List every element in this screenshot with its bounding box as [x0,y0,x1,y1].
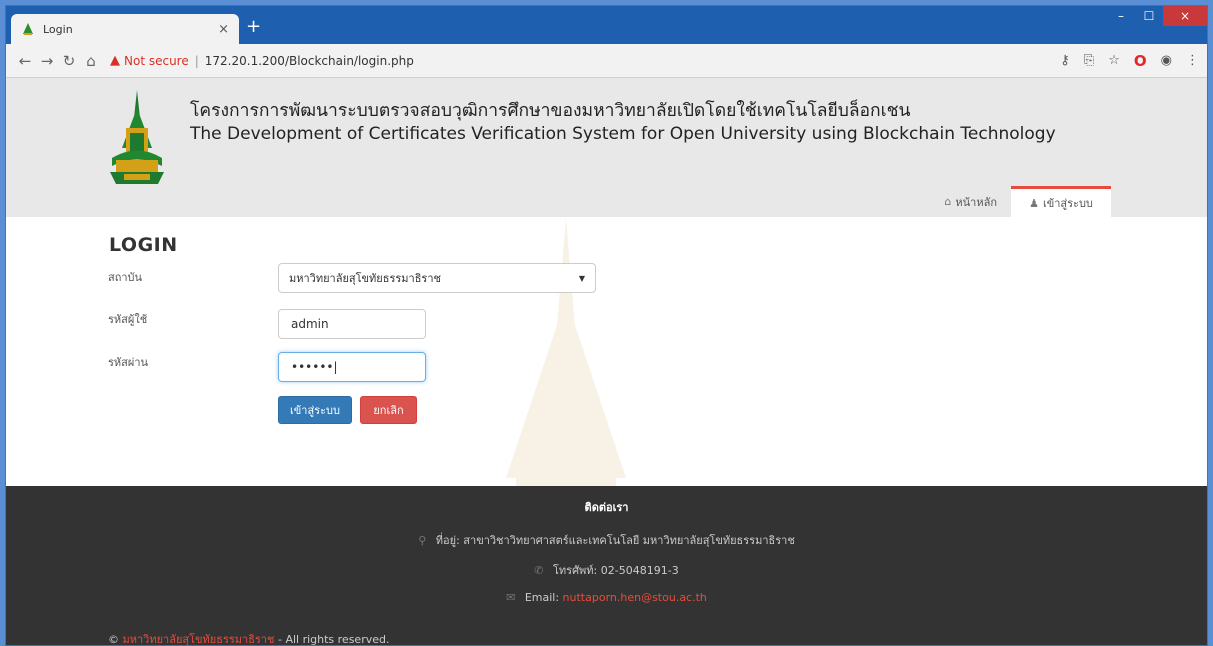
home-icon: ⌂ [944,195,952,208]
opera-icon[interactable]: O [1134,52,1147,70]
site-footer: ติดต่อเรา ⚲ ที่อยู่: สาขาวิชาวิทยาศาสตร์… [6,486,1207,646]
nav-item-label: หน้าหลัก [955,195,997,209]
browser-window: Login × + – ☐ × ← → ↻ ⌂ ▲ Not secure | 1… [5,5,1208,646]
copyright: © มหาวิทยาลัยสุโขทัยธรรมาธิราช - All rig… [108,630,390,646]
institution-selected-value: มหาวิทยาลัยสุโขทัยธรรมาธิราช [289,272,441,285]
institution-select[interactable]: มหาวิทยาลัยสุโขทัยธรรมาธิราช ▼ [278,263,596,293]
not-secure-label[interactable]: Not secure [124,54,189,68]
copyright-org-link[interactable]: มหาวิทยาลัยสุโขทัยธรรมาธิราช [123,633,275,645]
site-favicon-icon [23,23,33,35]
menu-icon[interactable]: ⋮ [1186,53,1199,68]
tab-title: Login [43,22,73,36]
close-window-button[interactable]: × [1163,6,1207,26]
footer-address: ⚲ ที่อยู่: สาขาวิชาวิทยาศาสตร์และเทคโนโล… [6,531,1207,549]
footer-title: ติดต่อเรา [584,501,629,514]
nav-item-login[interactable]: ♟ เข้าสู่ระบบ [1011,186,1111,217]
browser-tab[interactable]: Login × [11,14,239,44]
site-header: โครงการการพัฒนาระบบตรวจสอบวุฒิการศึกษาขอ… [6,78,1207,217]
copyright-symbol: © [108,633,119,646]
username-input[interactable]: admin [278,309,426,339]
minimize-button[interactable]: – [1107,6,1135,26]
main-nav: ⌂ หน้าหลัก ♟ เข้าสู่ระบบ [930,186,1111,217]
title-bar: Login × + – ☐ × [6,6,1207,44]
institution-label: สถาบัน [108,271,143,284]
cancel-button[interactable]: ยกเลิก [360,396,417,424]
address-bar[interactable]: 172.20.1.200/Blockchain/login.php [205,54,414,68]
url-separator: | [194,53,199,68]
nav-item-home[interactable]: ⌂ หน้าหลัก [930,186,1011,217]
toolbar-actions: ⚷ ⎘ ☆ O ◉ ⋮ [1060,52,1199,70]
phone-value: 02-5048191-3 [600,564,679,577]
key-icon[interactable]: ⚷ [1060,53,1070,68]
new-tab-button[interactable]: + [246,18,261,36]
site-title-thai: โครงการการพัฒนาระบบตรวจสอบวุฒิการศึกษาขอ… [190,101,911,121]
password-input[interactable]: ••••••| [278,352,426,382]
warning-icon[interactable]: ▲ [110,53,120,68]
window-controls: – ☐ × [1107,6,1207,26]
email-label: Email: [524,591,560,604]
nav-item-label: เข้าสู่ระบบ [1042,197,1093,210]
chevron-down-icon: ▼ [578,273,585,283]
address-toolbar: ← → ↻ ⌂ ▲ Not secure | 172.20.1.200/Bloc… [6,44,1207,78]
copyright-text: - All rights reserved. [274,633,390,646]
username-label: รหัสผู้ใช้ [108,313,148,326]
maximize-button[interactable]: ☐ [1135,6,1163,26]
password-label: รหัสผ่าน [108,356,149,369]
phone-label: โทรศัพท์: [553,564,598,577]
bookmark-star-icon[interactable]: ☆ [1108,53,1120,68]
profile-icon[interactable]: ◉ [1161,53,1172,68]
site-title-english: The Development of Certificates Verifica… [190,124,1056,144]
reload-icon[interactable]: ↻ [58,52,80,70]
forward-icon[interactable]: → [36,52,58,70]
tab-close-icon[interactable]: × [218,22,229,37]
address-value: สาขาวิชาวิทยาศาสตร์และเทคโนโลยี มหาวิทยา… [463,534,795,547]
login-button[interactable]: เข้าสู่ระบบ [278,396,352,424]
home-icon[interactable]: ⌂ [80,52,102,70]
back-icon[interactable]: ← [14,52,36,70]
university-logo [110,90,164,184]
web-page: โครงการการพัฒนาระบบตรวจสอบวุฒิการศึกษาขอ… [6,78,1207,646]
address-label: ที่อยู่: [435,534,460,547]
phone-icon: ✆ [534,564,544,577]
footer-phone: ✆ โทรศัพท์: 02-5048191-3 [6,561,1207,579]
envelope-icon: ✉ [506,591,516,604]
map-marker-icon: ⚲ [418,534,427,547]
translate-icon[interactable]: ⎘ [1084,53,1094,68]
footer-email: ✉ Email: nuttaporn.hen@stou.ac.th [6,591,1207,604]
login-heading: LOGIN [109,234,178,256]
user-icon: ♟ [1029,196,1039,210]
email-link[interactable]: nuttaporn.hen@stou.ac.th [563,591,707,604]
